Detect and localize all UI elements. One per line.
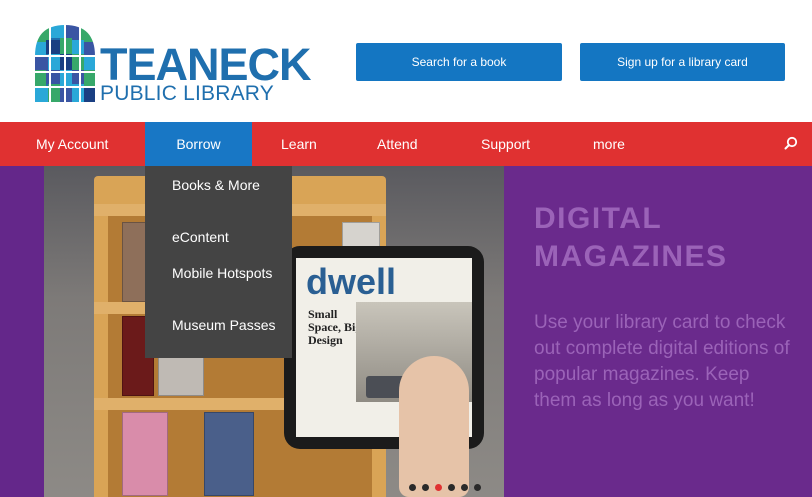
main-nav: My Account Borrow Learn Attend Support m… <box>0 122 812 166</box>
dropdown-item-econtent[interactable]: eContent <box>172 230 282 245</box>
carousel-dot[interactable] <box>474 484 481 491</box>
search-book-button[interactable]: Search for a book <box>356 43 562 81</box>
borrow-dropdown-menu: Books & More eContent Mobile Hotspots Mu… <box>145 166 292 358</box>
nav-attend[interactable]: Attend <box>377 122 417 166</box>
nav-my-account[interactable]: My Account <box>36 122 108 166</box>
search-icon[interactable] <box>784 136 798 150</box>
dropdown-item-museum-passes[interactable]: Museum Passes <box>172 318 282 333</box>
site-header: TEANECK PUBLIC LIBRARY Search for a book… <box>0 0 812 122</box>
carousel-dot[interactable] <box>448 484 455 491</box>
nav-learn[interactable]: Learn <box>281 122 317 166</box>
hero-text-panel: DIGITAL MAGAZINES Use your library card … <box>504 166 812 497</box>
library-logo[interactable]: TEANECK PUBLIC LIBRARY <box>32 22 312 105</box>
logo-window-icon <box>33 22 97 102</box>
hero-banner[interactable]: dwell Small Space, Big Design DIGITAL MA… <box>0 166 812 497</box>
carousel-dot[interactable] <box>422 484 429 491</box>
logo-name: TEANECK <box>100 39 312 90</box>
hero-heading: DIGITAL MAGAZINES <box>534 202 728 273</box>
nav-support[interactable]: Support <box>481 122 530 166</box>
hero-left-strip <box>0 166 44 497</box>
magazine-cover <box>122 412 168 496</box>
carousel-dot-active[interactable] <box>435 484 442 491</box>
logo-subtitle: PUBLIC LIBRARY <box>100 82 274 105</box>
magazine-title: dwell <box>306 261 397 302</box>
hand-illustration <box>399 356 469 497</box>
dropdown-item-mobile-hotspots[interactable]: Mobile Hotspots <box>172 266 282 281</box>
magazine-cover <box>204 412 254 496</box>
carousel-dot[interactable] <box>461 484 468 491</box>
signup-library-card-button[interactable]: Sign up for a library card <box>580 43 785 81</box>
carousel-dot[interactable] <box>409 484 416 491</box>
dropdown-item-books-more[interactable]: Books & More <box>172 178 282 193</box>
carousel-dots <box>409 484 481 492</box>
nav-more[interactable]: more <box>593 122 625 166</box>
hero-description: Use your library card to check out compl… <box>534 312 790 411</box>
nav-borrow[interactable]: Borrow <box>145 122 252 166</box>
